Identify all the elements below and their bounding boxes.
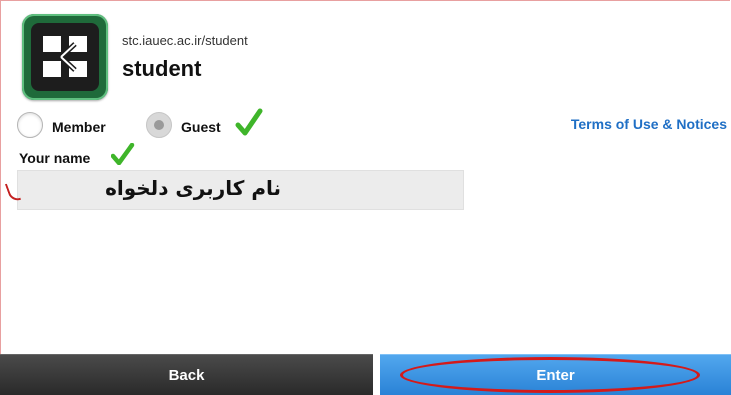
enter-button[interactable]: Enter	[380, 354, 731, 395]
member-radio[interactable]	[17, 112, 43, 138]
guest-radio[interactable]	[146, 112, 172, 138]
site-url: stc.iauec.ac.ir/student	[122, 33, 248, 48]
adobe-connect-app-icon	[22, 14, 108, 100]
back-button[interactable]: Back	[0, 354, 373, 395]
checkmark-icon	[235, 108, 263, 136]
member-radio-label[interactable]: Member	[52, 119, 106, 135]
checkmark-icon	[111, 143, 135, 165]
guest-radio-label[interactable]: Guest	[181, 119, 221, 135]
meeting-title: student	[122, 56, 202, 81]
name-label: Your name	[19, 150, 91, 166]
terms-link[interactable]: Terms of Use & Notices	[571, 116, 727, 132]
name-input[interactable]: نام کاربری دلخواه	[17, 170, 464, 210]
